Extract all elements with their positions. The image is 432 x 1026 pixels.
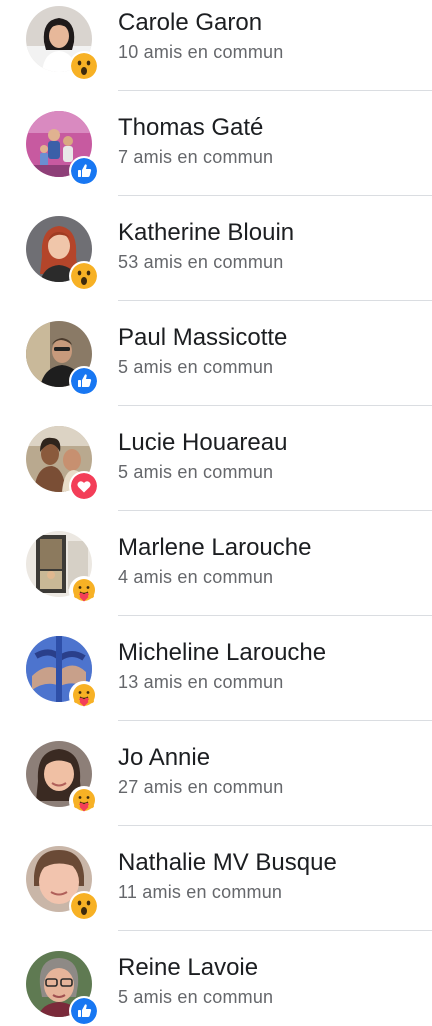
like-reaction-icon — [69, 156, 99, 186]
avatar-container — [26, 426, 99, 501]
person-name[interactable]: Lucie Houareau — [118, 429, 287, 457]
person-name[interactable]: Micheline Larouche — [118, 639, 326, 667]
person-row[interactable]: Jo Annie 27 amis en commun — [0, 735, 432, 840]
divider — [118, 720, 432, 721]
mutual-friends-count: 7 amis en commun — [118, 147, 274, 167]
person-name[interactable]: Reine Lavoie — [118, 954, 258, 982]
divider — [118, 300, 432, 301]
person-name[interactable]: Jo Annie — [118, 744, 210, 772]
mutual-friends-count: 27 amis en commun — [118, 777, 284, 797]
person-row[interactable]: Micheline Larouche 13 amis en commun — [0, 630, 432, 735]
avatar-container — [26, 321, 99, 396]
person-row[interactable]: Paul Massicotte 5 amis en commun — [0, 315, 432, 420]
person-row[interactable]: Nathalie MV Busque 11 amis en commun — [0, 840, 432, 945]
wow-reaction-icon — [69, 891, 99, 921]
avatar-container — [26, 6, 99, 81]
person-name[interactable]: Katherine Blouin — [118, 219, 294, 247]
divider — [118, 930, 432, 931]
like-reaction-icon — [69, 996, 99, 1026]
person-row[interactable]: Carole Garon 10 amis en commun — [0, 0, 432, 105]
person-row[interactable]: Thomas Gaté 7 amis en commun — [0, 105, 432, 210]
avatar-container — [26, 741, 99, 816]
person-name[interactable]: Thomas Gaté — [118, 114, 263, 142]
divider — [118, 405, 432, 406]
care-reaction-icon — [69, 786, 99, 816]
avatar-container — [26, 636, 99, 711]
care-reaction-icon — [69, 681, 99, 711]
divider — [118, 90, 432, 91]
mutual-friends-count: 5 amis en commun — [118, 462, 274, 482]
mutual-friends-count: 5 amis en commun — [118, 987, 274, 1007]
mutual-friends-count: 10 amis en commun — [118, 42, 284, 62]
divider — [118, 510, 432, 511]
person-name[interactable]: Carole Garon — [118, 9, 262, 37]
love-reaction-icon — [69, 471, 99, 501]
avatar-container — [26, 111, 99, 186]
person-row[interactable]: Lucie Houareau 5 amis en commun — [0, 420, 432, 525]
person-name[interactable]: Paul Massicotte — [118, 324, 287, 352]
mutual-friends-count: 53 amis en commun — [118, 252, 284, 272]
person-name[interactable]: Marlene Larouche — [118, 534, 311, 562]
divider — [118, 615, 432, 616]
avatar-container — [26, 951, 99, 1026]
mutual-friends-count: 11 amis en commun — [118, 882, 283, 902]
divider — [118, 195, 432, 196]
care-reaction-icon — [69, 576, 99, 606]
mutual-friends-count: 13 amis en commun — [118, 672, 284, 692]
mutual-friends-count: 5 amis en commun — [118, 357, 274, 377]
mutual-friends-count: 4 amis en commun — [118, 567, 274, 587]
avatar-container — [26, 216, 99, 291]
person-row[interactable]: Katherine Blouin 53 amis en commun — [0, 210, 432, 315]
person-row[interactable]: Reine Lavoie 5 amis en commun — [0, 945, 432, 1026]
wow-reaction-icon — [69, 51, 99, 81]
like-reaction-icon — [69, 366, 99, 396]
avatar-container — [26, 846, 99, 921]
person-name[interactable]: Nathalie MV Busque — [118, 849, 337, 877]
divider — [118, 825, 432, 826]
avatar-container — [26, 531, 99, 606]
person-row[interactable]: Marlene Larouche 4 amis en commun — [0, 525, 432, 630]
reactions-people-list: Carole Garon 10 amis en commun Thomas Ga… — [0, 0, 432, 1026]
wow-reaction-icon — [69, 261, 99, 291]
